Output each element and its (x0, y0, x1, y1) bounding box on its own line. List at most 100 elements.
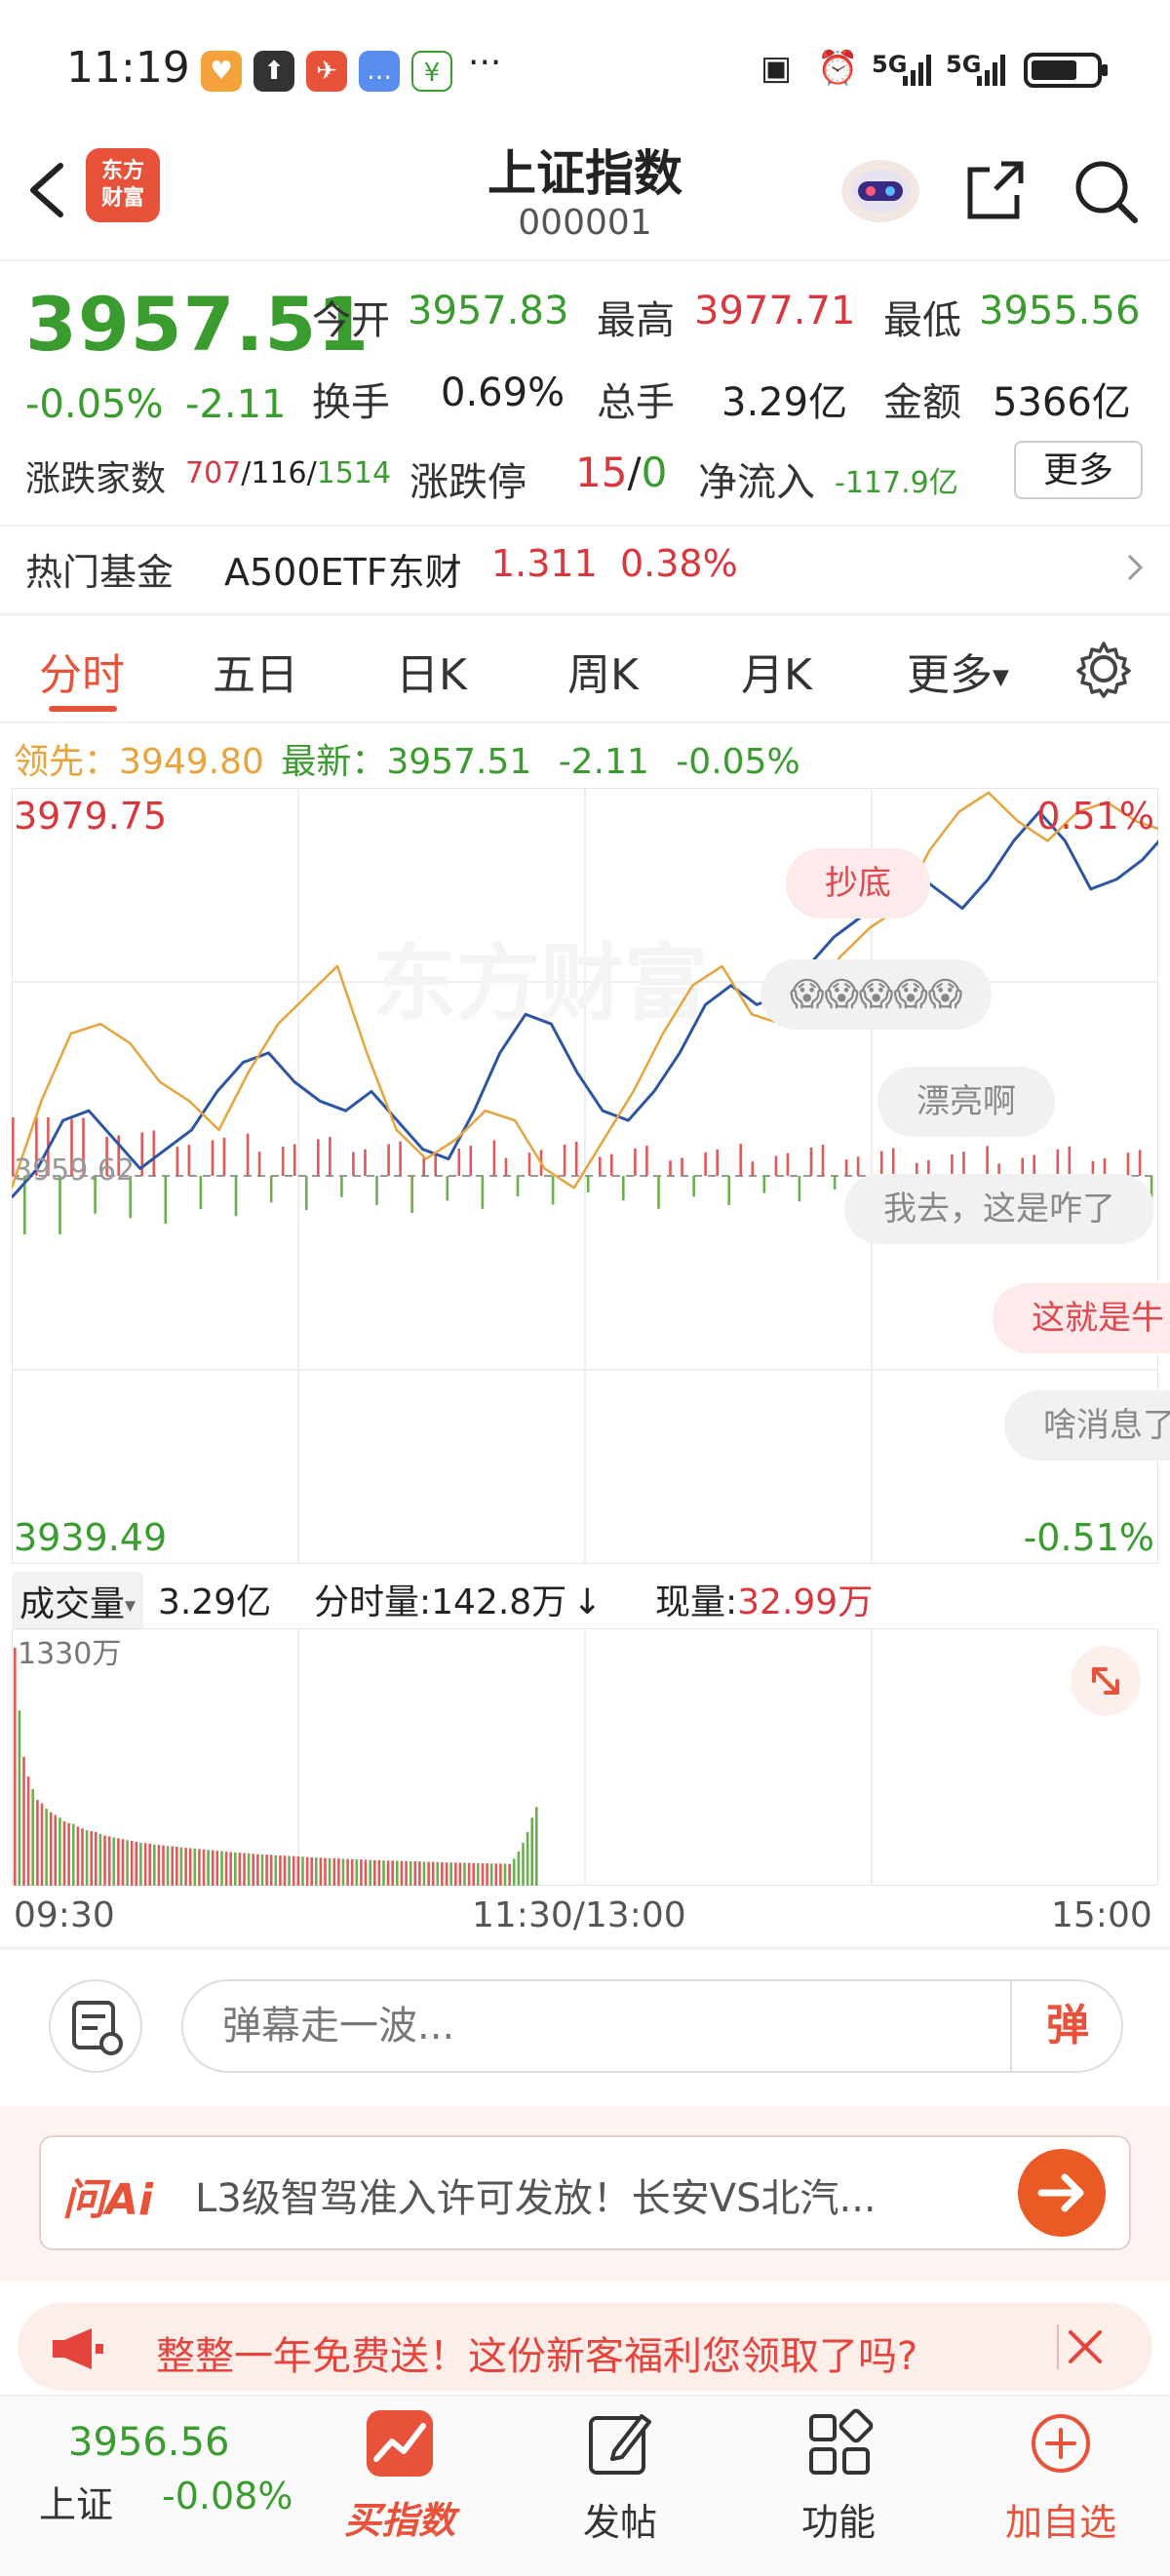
volume-bar (382, 1860, 385, 1886)
tab-intraday[interactable]: 分时 (39, 640, 125, 702)
volume-bar (81, 1828, 84, 1886)
delta-bar (187, 1145, 191, 1176)
delta-bar (399, 1141, 402, 1176)
volume-bar (224, 1852, 228, 1886)
volume-bar (373, 1859, 376, 1886)
danmu-bubble[interactable]: 漂亮啊 (878, 1067, 1055, 1137)
delta-bar (434, 1153, 437, 1176)
search-button[interactable] (1071, 156, 1141, 226)
volume-bar (269, 1854, 273, 1886)
volume-bar (265, 1854, 268, 1886)
hot-fund-change: 0.38% (620, 542, 738, 585)
volume-bar (305, 1856, 309, 1886)
volume-bar (324, 1857, 327, 1886)
delta-bar (269, 1176, 273, 1203)
hot-fund-row[interactable]: 热门基金 A500ETF东财 1.311 0.38% (0, 527, 1170, 612)
danmu-toggle-button[interactable]: 弹 (1010, 1981, 1123, 2071)
delta-bar (1068, 1146, 1072, 1176)
volume-bar (292, 1855, 295, 1886)
volume-bar (58, 1817, 61, 1886)
chart-settings-button[interactable] (1074, 640, 1133, 698)
danmu-bubble[interactable]: 这就是牛 (993, 1283, 1170, 1353)
comment-list-button[interactable] (49, 1979, 142, 2073)
danmu-bubble[interactable]: 抄底 (786, 848, 930, 918)
nav-functions[interactable]: 功能 (760, 2399, 916, 2564)
volume-bar (503, 1863, 507, 1886)
volume-bar (355, 1859, 359, 1886)
volume-bar (215, 1851, 219, 1886)
volume-max-label: 1330万 (18, 1637, 121, 1671)
volume-bar (162, 1845, 165, 1886)
nav-add-watchlist[interactable]: 加自选 (983, 2399, 1139, 2564)
delta-bar (234, 1176, 238, 1217)
delta-bar (422, 1156, 425, 1176)
volume-bar (252, 1854, 254, 1886)
volume-bar (350, 1858, 354, 1886)
high-value: 3977.71 (694, 289, 856, 333)
danmu-bubble[interactable]: 😱😱😱😱😱 (760, 959, 993, 1030)
volume-bar (166, 1846, 170, 1886)
tab-daily-k[interactable]: 日K (396, 640, 467, 702)
share-button[interactable] (960, 156, 1029, 224)
volume-bar (36, 1799, 39, 1886)
tab-monthly-k[interactable]: 月K (741, 640, 812, 702)
danmu-input[interactable]: 弹幕走一波... (181, 1979, 1123, 2073)
delta-bar (152, 1130, 156, 1176)
delta-bar (751, 1161, 755, 1176)
delta-bar (469, 1146, 473, 1176)
volume-bar (288, 1855, 291, 1886)
delta-bar (798, 1176, 801, 1202)
volume-chart[interactable]: 1330万 (12, 1628, 1158, 1886)
volume-bar (121, 1839, 125, 1886)
volume-bar (198, 1849, 201, 1886)
volume-total: 3.29亿 (158, 1582, 272, 1622)
danmu-bubble[interactable]: 啥消息了 (1004, 1390, 1170, 1461)
ai-robot-button[interactable] (838, 156, 922, 224)
time-axis-end: 15:00 (1051, 1895, 1152, 1935)
promo-close-button[interactable] (1053, 2315, 1117, 2379)
amount-value: 5366亿 (993, 380, 1131, 425)
tabs-divider (0, 722, 1170, 723)
volume-selector[interactable]: 成交量▾ (12, 1572, 144, 1630)
volume-bar (481, 1863, 485, 1886)
volume-bar (400, 1860, 404, 1886)
delta-bar (410, 1176, 413, 1213)
volume-bar (409, 1861, 412, 1886)
more-stats-button[interactable]: 更多 (1014, 441, 1143, 499)
volume-bar (139, 1843, 142, 1886)
down-count: 1514 (316, 456, 392, 490)
delta-bar (164, 1176, 168, 1225)
nav-post[interactable]: 发帖 (542, 2399, 698, 2564)
edit-icon (589, 2414, 651, 2475)
ai-go-button[interactable] (1018, 2149, 1106, 2237)
updown-counts: 707/116/1514 (185, 456, 391, 490)
y-axis-top-label: 3979.75 (14, 795, 167, 838)
delta-bar (669, 1160, 672, 1176)
expand-chart-button[interactable] (1071, 1646, 1141, 1716)
y-axis-mid-label: 3959.62 (14, 1153, 135, 1188)
danmu-bubble[interactable]: 我去，这是咋了 (844, 1174, 1154, 1244)
volume-bar (391, 1860, 394, 1886)
delta-bar (317, 1139, 320, 1176)
volume-bar (153, 1844, 156, 1886)
delta-bar (716, 1149, 719, 1176)
low-value: 3955.56 (979, 289, 1141, 333)
nav-buy-index[interactable]: 买指数 (322, 2399, 478, 2564)
chevron-right-icon (1123, 550, 1147, 589)
signal-icon-2 (975, 53, 1010, 86)
tab-weekly-k[interactable]: 周K (567, 640, 639, 702)
grid-apps-icon (809, 2408, 874, 2475)
volume-bar (512, 1858, 516, 1886)
volume-bar (467, 1862, 471, 1886)
delta-bar (645, 1146, 648, 1176)
delta-bar (786, 1152, 790, 1176)
tab-five-day[interactable]: 五日 (213, 640, 298, 702)
y-axis-bottom-label: 3939.49 (14, 1516, 167, 1559)
delta-bar (481, 1176, 485, 1209)
delta-bar (257, 1151, 261, 1176)
tab-more[interactable]: 更多▼ (907, 640, 1009, 702)
battery-icon (1024, 51, 1112, 90)
tab-active-indicator (49, 706, 117, 712)
nav-index-quote[interactable]: 3956.56 上证 -0.08% (0, 2410, 322, 2556)
volume-bar (332, 1857, 336, 1886)
